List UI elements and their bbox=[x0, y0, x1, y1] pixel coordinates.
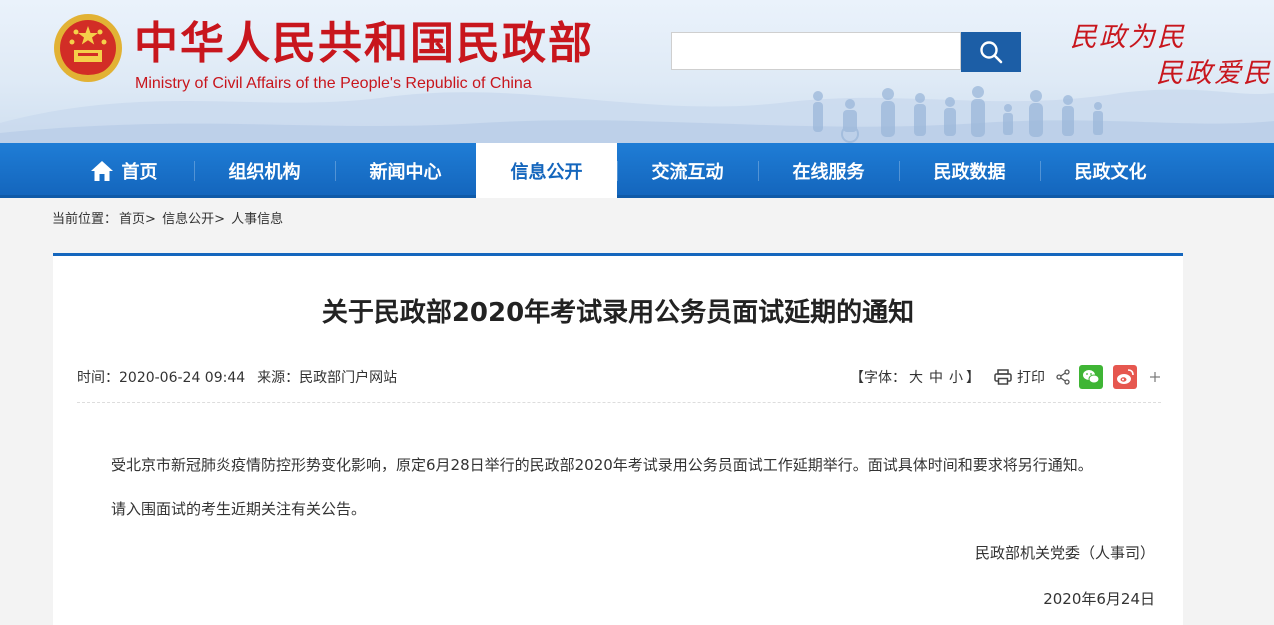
site-header: 中华人民共和国民政部 Ministry of Civil Affairs of … bbox=[0, 0, 1274, 143]
breadcrumb-prefix: 当前位置： bbox=[52, 212, 118, 227]
nav-item-civil-data[interactable]: 民政数据 bbox=[899, 143, 1040, 198]
share-icon[interactable] bbox=[1055, 369, 1071, 385]
nav-item-civil-culture[interactable]: 民政文化 bbox=[1040, 143, 1181, 198]
site-title: 中华人民共和国民政部 bbox=[134, 18, 594, 69]
wechat-icon[interactable] bbox=[1079, 365, 1103, 389]
breadcrumb-link-home[interactable]: 首页> bbox=[119, 212, 156, 227]
article-date: 2020年6月24日 bbox=[1043, 590, 1155, 608]
font-size-medium[interactable]: 中 bbox=[929, 370, 943, 386]
site-title-english: Ministry of Civil Affairs of the People'… bbox=[135, 75, 532, 92]
nav-item-interaction[interactable]: 交流互动 bbox=[617, 143, 758, 198]
font-size-large[interactable]: 大 bbox=[909, 370, 923, 386]
slogan-line-2: 民政爱民 bbox=[1156, 58, 1272, 89]
article-source: 民政部门户网站 bbox=[299, 370, 398, 386]
font-size-small[interactable]: 小 bbox=[949, 370, 963, 386]
search-icon bbox=[980, 41, 1003, 64]
font-size-close: 】 bbox=[966, 370, 980, 386]
slogan-line-1: 民政为民 bbox=[1070, 22, 1186, 53]
font-size-control: 【字体：大中小】 bbox=[850, 367, 980, 387]
article-panel: 关于民政部2020年考试录用公务员面试延期的通知 时间：2020-06-24 0… bbox=[53, 253, 1183, 625]
nav-item-news-center[interactable]: 新闻中心 bbox=[335, 143, 476, 198]
article-signature: 民政部机关党委（人事司） bbox=[974, 544, 1155, 562]
nav-item-label: 民政数据 bbox=[933, 161, 1006, 183]
font-size-open: 【字体： bbox=[850, 370, 906, 386]
print-button[interactable]: 打印 bbox=[994, 367, 1045, 387]
nav-item-online-services[interactable]: 在线服务 bbox=[758, 143, 899, 198]
nav-item-label: 交流互动 bbox=[651, 161, 724, 183]
nav-item-information-disclosure[interactable]: 信息公开 bbox=[476, 143, 617, 198]
breadcrumb-current[interactable]: 人事信息 bbox=[231, 212, 283, 227]
search-input[interactable] bbox=[671, 32, 961, 70]
article-title: 关于民政部2020年考试录用公务员面试延期的通知 bbox=[321, 298, 915, 328]
home-icon bbox=[90, 160, 113, 181]
search-button[interactable] bbox=[961, 32, 1021, 72]
breadcrumb: 当前位置： 首页> 信息公开> 人事信息 bbox=[52, 211, 285, 229]
weibo-icon[interactable] bbox=[1113, 365, 1137, 389]
nav-item-label: 在线服务 bbox=[792, 161, 865, 183]
printer-icon bbox=[994, 369, 1012, 385]
breadcrumb-link-disclosure[interactable]: 信息公开> bbox=[162, 212, 225, 227]
article-paragraph: 请入围面试的考生近期关注有关公告。 bbox=[111, 500, 367, 518]
plus-icon[interactable] bbox=[1149, 371, 1161, 383]
nav-item-label: 民政文化 bbox=[1074, 161, 1147, 183]
article-meta: 时间：2020-06-24 09:44 来源：民政部门户网站 bbox=[77, 368, 397, 388]
nav-item-label: 组织机构 bbox=[228, 161, 301, 183]
nav-item-label: 新闻中心 bbox=[369, 161, 442, 183]
nav-item-label: 信息公开 bbox=[510, 161, 583, 183]
nav-item-label: 首页 bbox=[121, 161, 158, 183]
nav-item-organization[interactable]: 组织机构 bbox=[194, 143, 335, 198]
print-label: 打印 bbox=[1017, 370, 1045, 386]
national-emblem-icon bbox=[54, 14, 122, 82]
time-label: 时间： bbox=[77, 370, 119, 386]
source-label: 来源： bbox=[257, 370, 300, 386]
article-tools: 【字体：大中小】 打印 bbox=[850, 364, 1161, 390]
publish-time: 2020-06-24 09:44 bbox=[119, 370, 246, 386]
people-silhouette-decoration bbox=[813, 86, 1103, 143]
main-navigation: 首页 组织机构 新闻中心 信息公开 交流互动 在线服务 民政数据 民政文化 bbox=[0, 143, 1274, 198]
article-paragraph: 受北京市新冠肺炎疫情防控形势变化影响，原定6月28日举行的民政部2020年考试录… bbox=[111, 456, 1093, 474]
meta-divider bbox=[77, 402, 1161, 403]
nav-item-home[interactable]: 首页 bbox=[53, 143, 194, 198]
